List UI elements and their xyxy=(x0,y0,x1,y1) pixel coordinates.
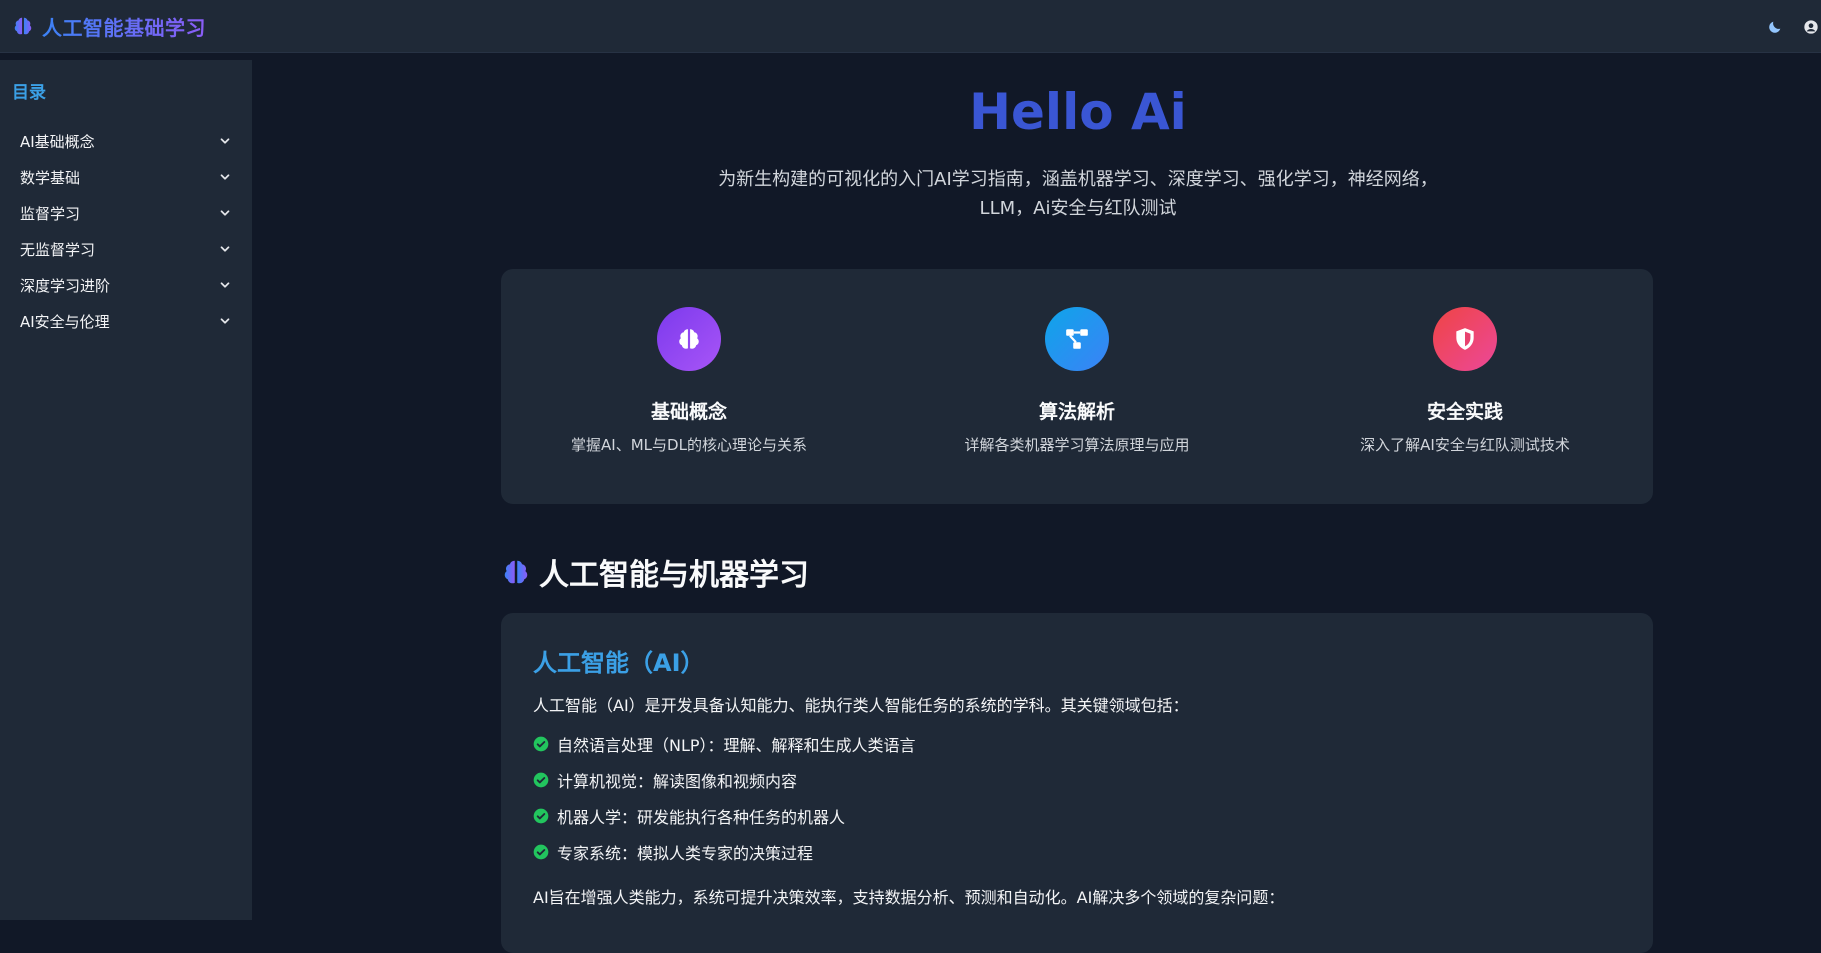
list-item-text: 计算机视觉：解读图像和视频内容 xyxy=(557,772,798,791)
sidebar-item-deep-learning[interactable]: 深度学习进阶 xyxy=(12,267,240,303)
check-circle-icon xyxy=(533,808,549,824)
sidebar-item-label: AI安全与伦理 xyxy=(20,312,110,331)
sidebar-item-ai-safety[interactable]: AI安全与伦理 xyxy=(12,303,240,339)
list-item: 自然语言处理（NLP）：理解、解释和生成人类语言 xyxy=(533,726,1621,762)
list-item-text: 自然语言处理（NLP）：理解、解释和生成人类语言 xyxy=(557,736,916,755)
user-icon[interactable] xyxy=(1803,19,1819,35)
sidebar-item-label: 深度学习进阶 xyxy=(20,276,111,295)
sidebar-item-math[interactable]: 数学基础 xyxy=(12,159,240,195)
chevron-down-icon xyxy=(218,206,232,220)
hero-subtitle: 为新生构建的可视化的入门AI学习指南，涵盖机器学习、深度学习、强化学习，神经网络… xyxy=(252,165,1821,223)
feature-card-algorithms: 算法解析 详解各类机器学习算法原理与应用 xyxy=(927,269,1227,504)
brain-icon xyxy=(12,15,34,37)
sidebar: 目录 AI基础概念 数学基础 监督学习 无监督学习 深度学习进阶 AI安全与伦理 xyxy=(0,60,252,920)
sidebar-item-label: 无监督学习 xyxy=(20,240,96,259)
chevron-down-icon xyxy=(218,278,232,292)
shield-icon xyxy=(1433,307,1497,371)
app-title: 人工智能基础学习 xyxy=(42,12,206,41)
hero-subtitle-line: 为新生构建的可视化的入门AI学习指南，涵盖机器学习、深度学习、强化学习，神经网络… xyxy=(718,169,1438,190)
feature-panel: 基础概念 掌握AI、ML与DL的核心理论与关系 算法解析 详解各类机器学习算法原… xyxy=(501,269,1653,504)
list-item-text: 机器人学：研发能执行各种任务的机器人 xyxy=(557,808,846,827)
sidebar-item-label: AI基础概念 xyxy=(20,132,95,151)
list-item: 计算机视觉：解读图像和视频内容 xyxy=(533,762,1621,798)
brain-icon xyxy=(657,307,721,371)
sidebar-item-ai-basics[interactable]: AI基础概念 xyxy=(12,123,240,159)
algorithm-icon xyxy=(1045,307,1109,371)
chevron-down-icon xyxy=(218,170,232,184)
feature-title: 安全实践 xyxy=(1426,401,1503,423)
feature-desc: 深入了解AI安全与红队测试技术 xyxy=(1360,436,1570,454)
card-outro: AI旨在增强人类能力，系统可提升决策效率，支持数据分析、预测和自动化。AI解决多… xyxy=(533,888,1285,907)
content-card: 人工智能（AI） 人工智能（AI）是开发具备认知能力、能执行类人智能任务的系统的… xyxy=(501,613,1653,953)
feature-desc: 掌握AI、ML与DL的核心理论与关系 xyxy=(571,436,807,454)
card-intro: 人工智能（AI）是开发具备认知能力、能执行类人智能任务的系统的学科。其关键领域包… xyxy=(533,696,1189,715)
moon-icon[interactable] xyxy=(1767,19,1783,35)
feature-card-basics: 基础概念 掌握AI、ML与DL的核心理论与关系 xyxy=(539,269,839,504)
check-list: 自然语言处理（NLP）：理解、解释和生成人类语言 计算机视觉：解读图像和视频内容… xyxy=(533,726,1621,870)
section-heading: 人工智能与机器学习 xyxy=(501,550,809,594)
sidebar-item-unsupervised[interactable]: 无监督学习 xyxy=(12,231,240,267)
chevron-down-icon xyxy=(218,134,232,148)
check-circle-icon xyxy=(533,736,549,752)
list-item: 专家系统：模拟人类专家的决策过程 xyxy=(533,834,1621,870)
top-bar: 人工智能基础学习 xyxy=(0,0,1821,53)
sidebar-item-label: 监督学习 xyxy=(20,204,81,223)
sidebar-item-label: 数学基础 xyxy=(20,168,81,187)
top-actions xyxy=(1767,0,1821,53)
card-title: 人工智能（AI） xyxy=(533,649,705,677)
feature-desc: 详解各类机器学习算法原理与应用 xyxy=(964,436,1190,454)
feature-card-security: 安全实践 深入了解AI安全与红队测试技术 xyxy=(1315,269,1615,504)
main-content: Hello Ai 为新生构建的可视化的入门AI学习指南，涵盖机器学习、深度学习、… xyxy=(252,53,1821,953)
check-circle-icon xyxy=(533,772,549,788)
hero-title: Hello Ai xyxy=(969,83,1187,141)
chevron-down-icon xyxy=(218,242,232,256)
chevron-down-icon xyxy=(218,314,232,328)
feature-title: 算法解析 xyxy=(1038,401,1115,423)
list-item: 机器人学：研发能执行各种任务的机器人 xyxy=(533,798,1621,834)
check-circle-icon xyxy=(533,844,549,860)
section-title: 人工智能与机器学习 xyxy=(539,558,809,593)
feature-title: 基础概念 xyxy=(650,401,727,423)
sidebar-item-supervised[interactable]: 监督学习 xyxy=(12,195,240,231)
brain-icon xyxy=(501,557,531,587)
brand[interactable]: 人工智能基础学习 xyxy=(12,12,206,41)
toc-title: 目录 xyxy=(12,83,46,103)
hero-subtitle-line: LLM，Ai安全与红队测试 xyxy=(979,198,1177,219)
list-item-text: 专家系统：模拟人类专家的决策过程 xyxy=(557,844,814,863)
